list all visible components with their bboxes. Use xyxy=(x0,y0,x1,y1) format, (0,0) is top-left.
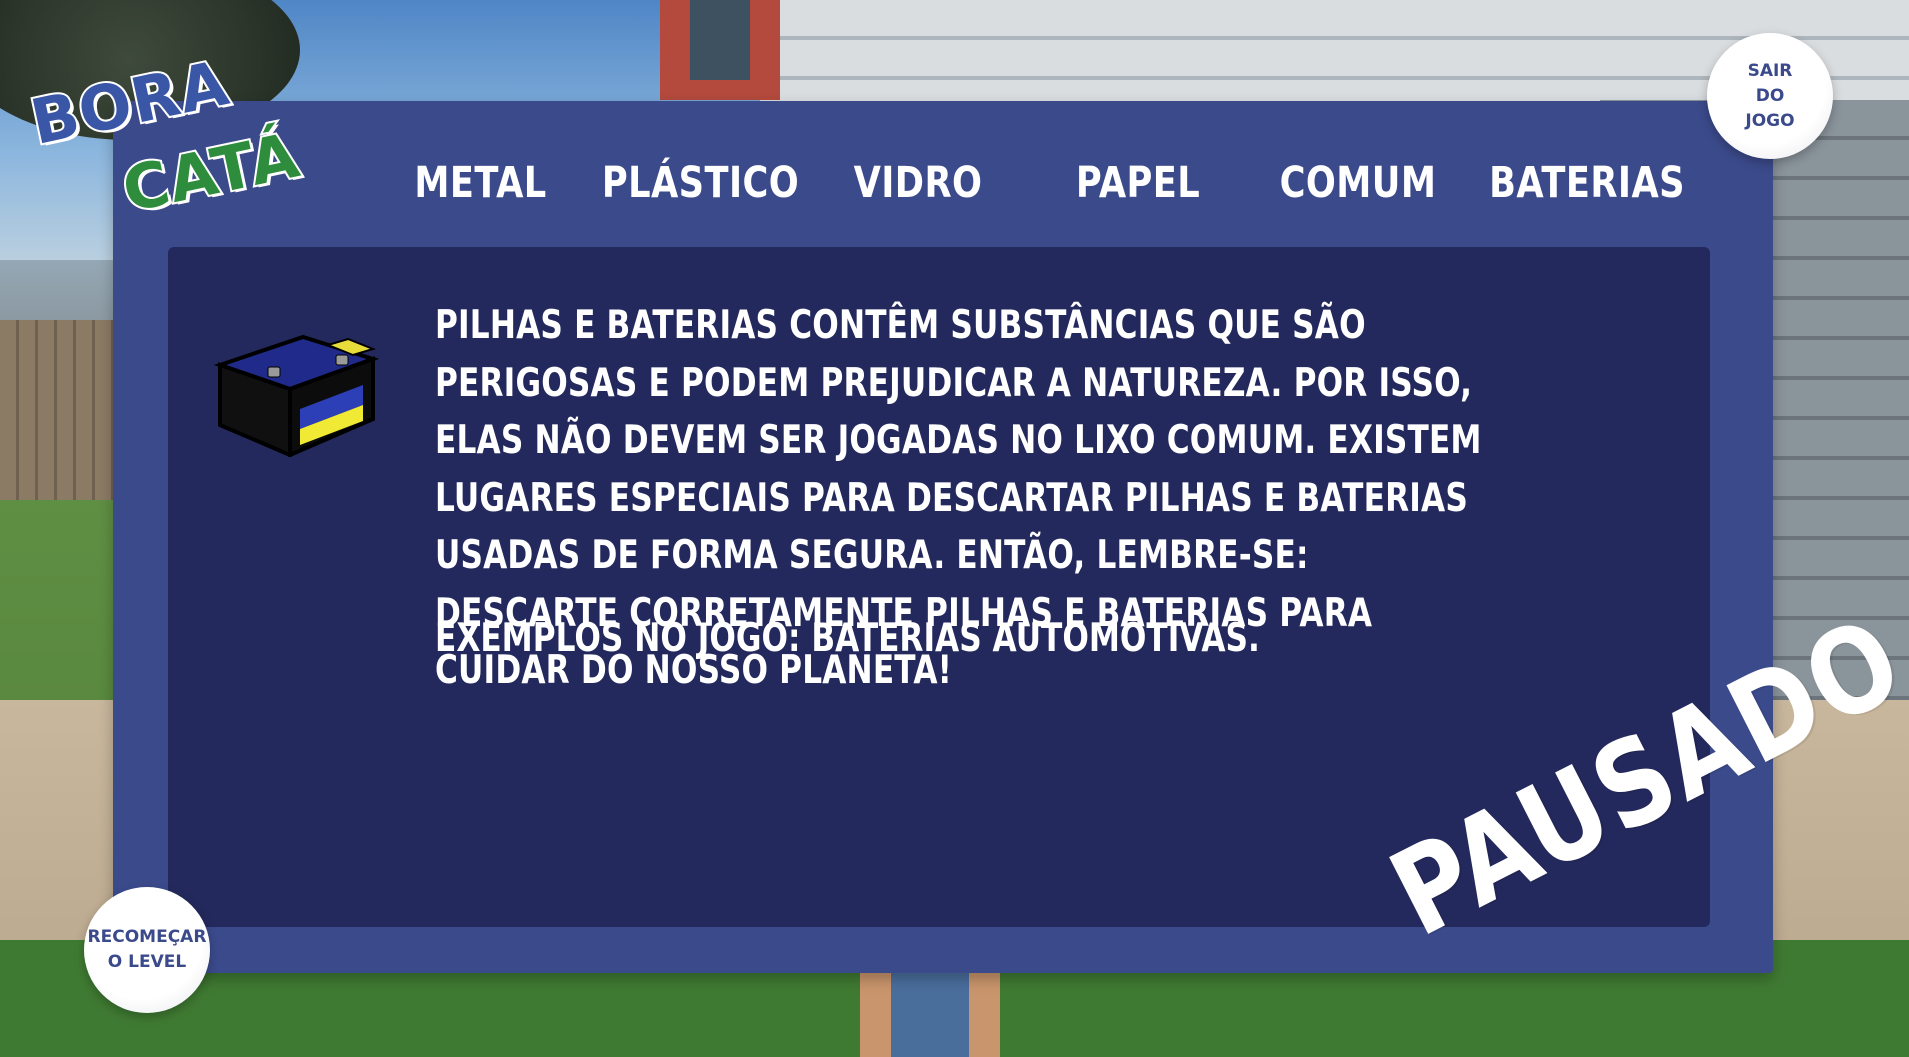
tab-papel[interactable]: PAPEL xyxy=(1056,153,1220,213)
game-scene: METAL PLÁSTICO VIDRO PAPEL COMUM BATERIA… xyxy=(0,0,1909,1057)
tab-plastico[interactable]: PLÁSTICO xyxy=(600,153,801,213)
exit-game-button[interactable]: SAIR DO JOGO xyxy=(1707,33,1833,159)
tab-comum[interactable]: COMUM xyxy=(1268,153,1448,213)
game-logo: BORA CATÁ xyxy=(22,44,322,232)
tab-metal[interactable]: METAL xyxy=(401,153,561,213)
background-window xyxy=(690,0,750,80)
category-tabs: METAL PLÁSTICO VIDRO PAPEL COMUM BATERIA… xyxy=(113,101,1773,246)
exit-game-label: SAIR DO JOGO xyxy=(1745,60,1795,131)
restart-level-label: RECOMEÇAR O LEVEL xyxy=(87,927,207,972)
background-fence xyxy=(0,320,120,520)
car-battery-icon xyxy=(208,297,388,459)
player-character xyxy=(860,960,1000,1057)
examples-text: EXEMPLOS NO JOGO: BATERIAS AUTOMOTIVAS. xyxy=(435,616,1260,661)
tab-vidro[interactable]: VIDRO xyxy=(840,153,996,213)
restart-level-button[interactable]: RECOMEÇAR O LEVEL xyxy=(84,887,210,1013)
tab-baterias[interactable]: BATERIAS xyxy=(1489,153,1684,213)
